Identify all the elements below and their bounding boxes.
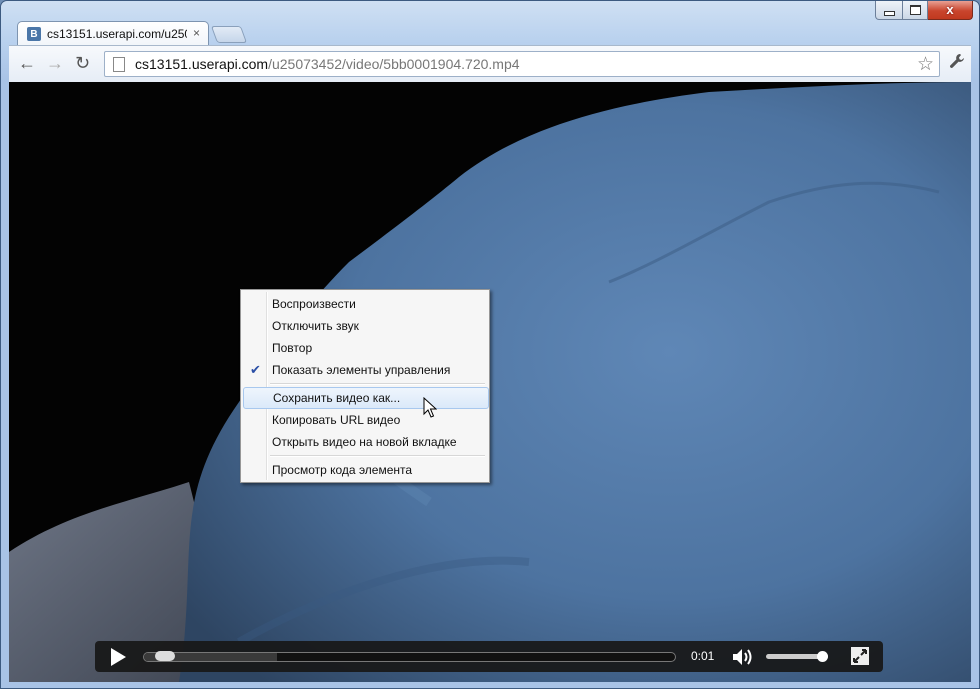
vk-favicon-icon: В <box>27 27 41 41</box>
menu-item-show-controls[interactable]: ✔ Показать элементы управления <box>243 359 487 381</box>
time-display: 0:01 <box>691 649 715 663</box>
menu-item-label: Копировать URL видео <box>272 413 401 427</box>
menu-item-label: Показать элементы управления <box>272 363 451 377</box>
reload-button[interactable]: ↻ <box>75 54 90 72</box>
minimize-icon <box>883 10 895 16</box>
address-bar[interactable]: cs13151.userapi.com/u25073452/video/5bb0… <box>104 51 940 77</box>
video-player[interactable] <box>9 82 971 682</box>
tab-close-icon[interactable]: × <box>193 26 200 40</box>
video-controls-bar: 0:01 <box>95 641 883 672</box>
browser-tab[interactable]: В cs13151.userapi.com/u250 × <box>17 21 209 46</box>
wrench-icon-svg <box>950 54 964 68</box>
play-icon[interactable] <box>111 648 126 666</box>
url-host: cs13151.userapi.com <box>135 56 269 72</box>
menu-item-loop[interactable]: Повтор <box>243 337 487 359</box>
menu-item-save-video[interactable]: Сохранить видео как... <box>243 387 489 409</box>
new-tab-button[interactable] <box>210 26 248 43</box>
context-menu: Воспроизвести Отключить звук Повтор ✔ Пок… <box>240 289 490 483</box>
forward-button[interactable]: → <box>46 54 64 72</box>
video-frame <box>9 82 971 682</box>
window-controls: x <box>875 1 973 20</box>
maximize-icon <box>909 5 921 15</box>
close-window-button[interactable]: x <box>928 1 973 20</box>
seek-bar[interactable] <box>143 652 676 662</box>
url-text: cs13151.userapi.com/u25073452/video/5bb0… <box>135 56 520 72</box>
maximize-button[interactable] <box>903 1 928 20</box>
tab-title: cs13151.userapi.com/u250 <box>47 27 187 41</box>
menu-item-inspect[interactable]: Просмотр кода элемента <box>243 459 487 481</box>
menu-item-label: Просмотр кода элемента <box>272 463 413 477</box>
menu-item-label: Повтор <box>272 341 313 355</box>
page-icon <box>113 56 125 72</box>
volume-thumb[interactable] <box>817 651 828 662</box>
checkmark-icon: ✔ <box>250 362 261 377</box>
mouse-cursor-icon <box>423 397 437 418</box>
wrench-icon[interactable] <box>949 53 965 74</box>
menu-separator <box>270 383 485 385</box>
menu-item-open-new-tab[interactable]: Открыть видео на новой вкладке <box>243 431 487 453</box>
menu-item-label: Отключить звук <box>272 319 359 333</box>
browser-window: x В cs13151.userapi.com/u250 × ← → ↻ cs1… <box>0 0 980 689</box>
minimize-button[interactable] <box>875 1 903 20</box>
menu-item-mute[interactable]: Отключить звук <box>243 315 487 337</box>
menu-item-play[interactable]: Воспроизвести <box>243 293 487 315</box>
fullscreen-icon[interactable] <box>851 647 869 665</box>
menu-item-label: Воспроизвести <box>272 297 356 311</box>
browser-toolbar: ← → ↻ cs13151.userapi.com/u25073452/vide… <box>9 45 971 82</box>
star-icon[interactable]: ☆ <box>917 53 934 76</box>
volume-icon[interactable] <box>732 647 754 667</box>
menu-item-label: Сохранить видео как... <box>273 391 401 405</box>
seek-thumb[interactable] <box>155 651 176 661</box>
menu-item-label: Открыть видео на новой вкладке <box>272 435 457 449</box>
menu-item-copy-url[interactable]: Копировать URL видео <box>243 409 487 431</box>
back-button[interactable]: ← <box>18 54 36 72</box>
menu-separator <box>270 455 485 457</box>
close-icon: x <box>946 2 954 17</box>
url-path: /u25073452/video/5bb0001904.720.mp4 <box>268 56 520 72</box>
